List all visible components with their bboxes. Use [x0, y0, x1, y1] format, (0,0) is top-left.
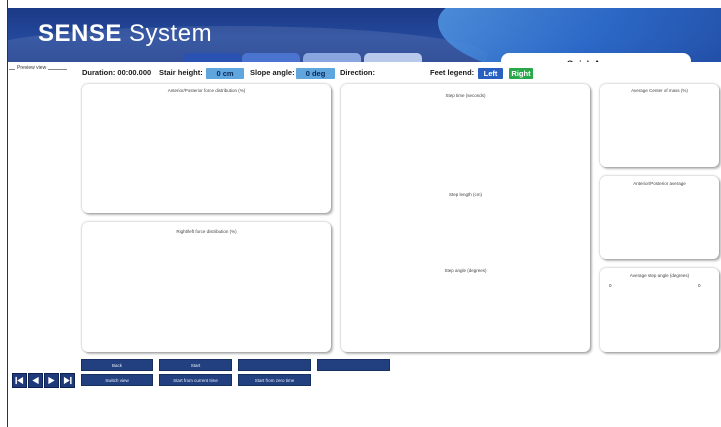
preview-view-label: Preview view	[15, 65, 49, 71]
header-tab-3[interactable]	[303, 53, 361, 62]
step-metrics-panel: Step time (seconds) Step length (cm) Ste…	[341, 84, 590, 352]
rl-force-title: Right/left force distribution (%)	[176, 229, 237, 234]
stop-button[interactable]: Stop	[238, 359, 311, 371]
preview-view-panel: Preview view	[9, 65, 67, 352]
app-header: SENSE System Quick Access	[8, 8, 721, 62]
feet-legend-left: Left	[478, 68, 503, 79]
feet-legend-right: Right	[509, 68, 533, 79]
save-button[interactable]: Save	[317, 359, 390, 371]
brand-rest: System	[129, 20, 213, 47]
play-forward-icon	[48, 376, 55, 385]
app-logo: SENSE System	[38, 20, 212, 48]
duration-text: Duration: 00:00.000	[82, 68, 152, 77]
play-back-button[interactable]	[28, 373, 43, 388]
slope-angle-label: Slope angle:	[250, 68, 295, 77]
start-button[interactable]: Start	[159, 359, 232, 371]
skip-forward-button[interactable]	[60, 373, 75, 388]
avg-step-angle-title: Average step angle (degrees)	[629, 273, 690, 278]
step-length-title: Step length (cm)	[448, 192, 482, 197]
stair-height-value: 0 cm	[206, 68, 244, 79]
start-from-current-time-button[interactable]: Start from current time	[159, 374, 232, 386]
header-tab-2[interactable]	[242, 53, 300, 62]
tab-quick-access[interactable]: Quick Access	[501, 53, 691, 62]
header-tab-1[interactable]	[183, 53, 241, 62]
window-border	[7, 0, 8, 427]
skip-back-icon	[15, 376, 24, 385]
step-angle-title: Step angle (degrees)	[444, 268, 487, 273]
avg-center-title: Average Center of mass (%)	[631, 88, 688, 93]
rl-force-panel: Right/left force distribution (%)	[82, 222, 331, 352]
brand-bold: SENSE	[38, 20, 122, 47]
skip-back-button[interactable]	[12, 373, 27, 388]
skip-forward-icon	[63, 376, 72, 385]
ap-average-panel: Anterior/Posterior average	[600, 176, 719, 259]
stair-height-label: Stair height:	[159, 68, 203, 77]
ap-force-title: Anterior/Posterior force distribution (%…	[167, 88, 246, 93]
step-time-title: Step time (seconds)	[445, 93, 486, 98]
switch-view-button[interactable]: Switch view	[81, 374, 153, 386]
avg-step-angle-panel: Average step angle (degrees) 0 0	[600, 268, 719, 352]
play-back-icon	[32, 376, 39, 385]
play-forward-button[interactable]	[44, 373, 59, 388]
start-from-zero-time-button[interactable]: Start from zero time	[238, 374, 311, 386]
avg-step-angle-right-value: 0	[698, 283, 701, 288]
feet-legend-label: Feet legend:	[430, 68, 475, 77]
ap-average-title: Anterior/Posterior average	[633, 181, 686, 186]
ap-force-panel: Anterior/Posterior force distribution (%…	[82, 84, 331, 213]
header-tab-4[interactable]	[364, 53, 422, 62]
slope-angle-value: 0 deg	[296, 68, 335, 79]
avg-step-angle-left-value: 0	[609, 283, 612, 288]
direction-label: Direction:	[340, 68, 376, 77]
avg-center-panel: Average Center of mass (%)	[600, 84, 719, 167]
back-button[interactable]: Back	[81, 359, 153, 371]
